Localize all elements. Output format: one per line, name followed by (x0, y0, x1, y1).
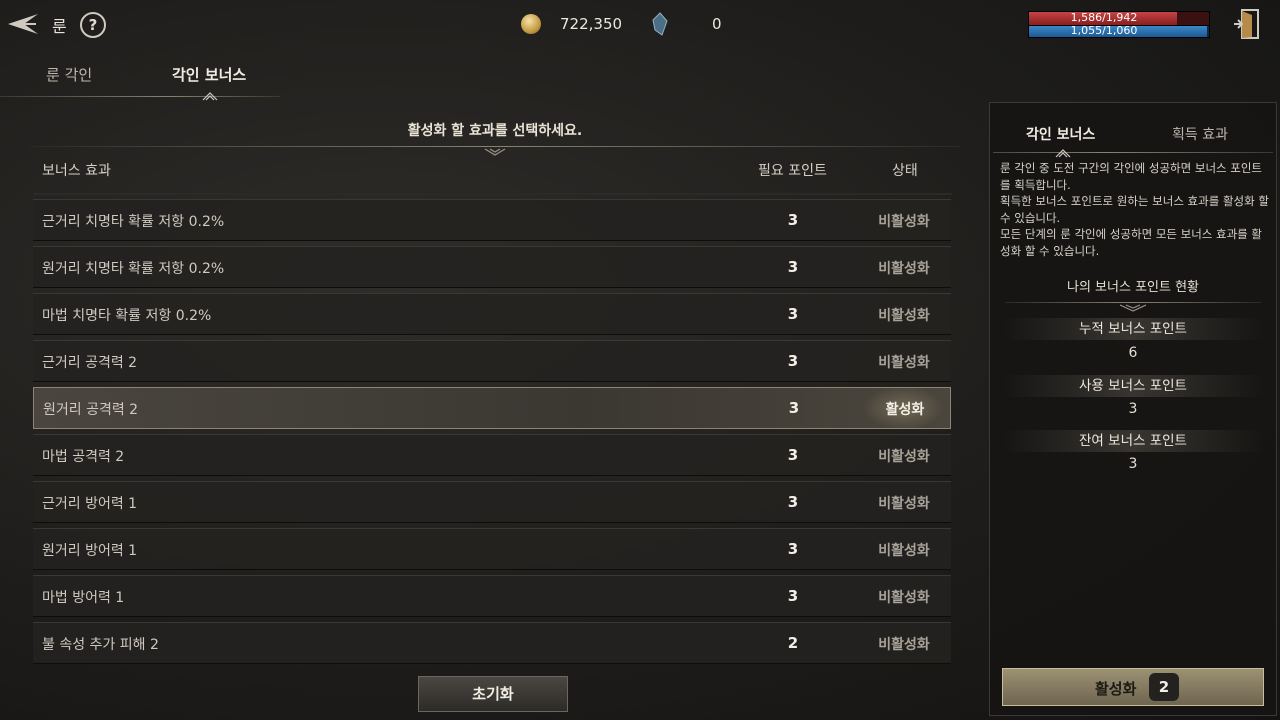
bonus-points: 3 (787, 258, 799, 276)
divider-ornament-icon (1118, 297, 1148, 312)
bonus-points: 3 (787, 211, 799, 229)
bonus-name: 원거리 공격력 2 (43, 402, 139, 418)
divider-ornament-icon (483, 141, 507, 156)
bonus-row[interactable]: 원거리 방어력 1 3 비활성화 (33, 528, 951, 570)
stat-value-used: 3 (1128, 401, 1138, 417)
bonus-state: 비활성화 (878, 214, 930, 230)
side-tab-engraving-bonus[interactable]: 각인 보너스 (1026, 124, 1095, 144)
column-header-bonus: 보너스 효과 (42, 163, 111, 179)
stat-value-remaining: 3 (1128, 456, 1138, 472)
side-tab-underline (993, 152, 1273, 153)
bonus-points: 3 (787, 305, 799, 323)
activate-button[interactable]: 활성화 2 (1002, 668, 1264, 706)
crystal-amount: 0 (712, 15, 722, 33)
gold-coin-icon (521, 14, 541, 34)
bonus-state: 비활성화 (878, 543, 930, 559)
bonus-row-selected[interactable]: 원거리 공격력 2 3 활성화 (33, 386, 951, 430)
bonus-name: 근거리 공격력 2 (42, 355, 138, 371)
crystal-icon (652, 12, 668, 36)
bonus-state: 비활성화 (878, 637, 930, 653)
stat-label-total: 누적 보너스 포인트 (1003, 318, 1263, 340)
column-header-state: 상태 (892, 163, 918, 179)
bonus-row[interactable]: 근거리 치명타 확률 저항 0.2% 3 비활성화 (33, 199, 951, 241)
bonus-row[interactable]: 마법 공격력 2 3 비활성화 (33, 434, 951, 476)
instruction-text: 활성화 할 효과를 선택하세요. (407, 123, 583, 139)
bonus-points: 3 (787, 493, 799, 511)
column-header-points: 필요 포인트 (758, 163, 827, 179)
bonus-state: 활성화 (885, 402, 925, 418)
tab-selected-ornament-icon (202, 86, 218, 101)
bonus-name: 마법 치명타 확률 저항 0.2% (42, 308, 212, 324)
bonus-row[interactable]: 근거리 공격력 2 3 비활성화 (33, 340, 951, 382)
bonus-description: 룬 각인 중 도전 구간의 각인에 성공하면 보너스 포인트를 획득합니다. 획… (1000, 160, 1270, 259)
bonus-row[interactable]: 근거리 방어력 1 3 비활성화 (33, 481, 951, 523)
hp-text: 1,586/1,942 (1070, 11, 1138, 24)
tab-engraving-bonus[interactable]: 각인 보너스 (172, 64, 246, 85)
bonus-state: 비활성화 (878, 261, 930, 277)
bonus-row[interactable]: 원거리 치명타 확률 저항 0.2% 3 비활성화 (33, 246, 951, 288)
bonus-row[interactable]: 마법 치명타 확률 저항 0.2% 3 비활성화 (33, 293, 951, 335)
bonus-points: 2 (787, 634, 799, 652)
description-line: 모든 단계의 룬 각인에 성공하면 모든 보너스 효과를 활성화 할 수 있습니… (1000, 227, 1263, 258)
bonus-points: 3 (787, 540, 799, 558)
bonus-name: 근거리 치명타 확률 저항 0.2% (42, 214, 225, 230)
bonus-points: 3 (787, 446, 799, 464)
bonus-state: 비활성화 (878, 496, 930, 512)
stat-label-used: 사용 보너스 포인트 (1003, 375, 1263, 397)
bonus-points: 3 (788, 399, 800, 417)
side-tab-acquired-effects[interactable]: 획득 효과 (1172, 124, 1228, 144)
bonus-state: 비활성화 (878, 590, 930, 606)
stat-label-remaining: 잔여 보너스 포인트 (1003, 430, 1263, 452)
bonus-name: 마법 공격력 2 (42, 449, 125, 465)
activate-count-badge: 2 (1149, 673, 1179, 701)
bonus-name: 원거리 방어력 1 (42, 543, 138, 559)
bonus-name: 근거리 방어력 1 (42, 496, 138, 512)
bonus-name: 마법 방어력 1 (42, 590, 125, 606)
exit-door-icon[interactable] (1232, 8, 1262, 40)
bonus-points: 3 (787, 352, 799, 370)
bonus-points: 3 (787, 587, 799, 605)
mp-bar: 1,055/1,060 (1028, 24, 1210, 38)
side-tab-ornament-icon (1055, 143, 1071, 158)
gold-amount: 722,350 (560, 15, 623, 33)
tab-underline (0, 96, 280, 97)
header-divider (34, 193, 952, 195)
bonus-state: 비활성화 (878, 355, 930, 371)
reset-button[interactable]: 초기화 (418, 676, 568, 712)
description-line: 룬 각인 중 도전 구간의 각인에 성공하면 보너스 포인트를 획득합니다. (1000, 161, 1263, 192)
page-title: 룬 (52, 17, 67, 36)
tab-rune-engraving[interactable]: 룬 각인 (46, 64, 92, 85)
mp-text: 1,055/1,060 (1070, 24, 1138, 37)
stat-value-total: 6 (1128, 345, 1138, 361)
back-arrow-icon[interactable] (6, 10, 42, 38)
bonus-state: 비활성화 (878, 308, 930, 324)
help-icon[interactable]: ? (80, 12, 106, 38)
bonus-row[interactable]: 불 속성 추가 피해 2 2 비활성화 (33, 622, 951, 664)
activate-label: 활성화 (1095, 680, 1137, 698)
bonus-state: 비활성화 (878, 449, 930, 465)
bonus-name: 원거리 치명타 확률 저항 0.2% (42, 261, 225, 277)
my-points-title: 나의 보너스 포인트 현황 (1067, 280, 1199, 295)
bonus-name: 불 속성 추가 피해 2 (42, 637, 159, 653)
bonus-row[interactable]: 마법 방어력 1 3 비활성화 (33, 575, 951, 617)
description-line: 획득한 보너스 포인트로 원하는 보너스 효과를 활성화 할 수 있습니다. (1000, 194, 1269, 225)
